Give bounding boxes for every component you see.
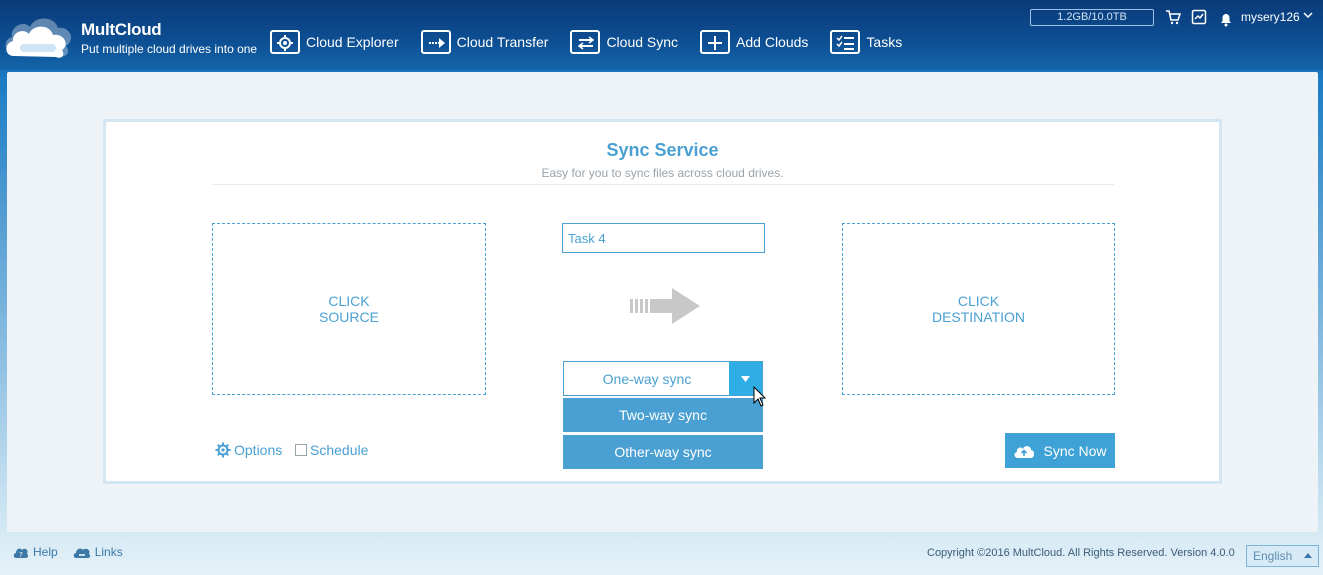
cloud-logo-icon[interactable] xyxy=(2,10,76,60)
chart-icon[interactable] xyxy=(1191,9,1207,25)
destination-select-box[interactable]: CLICK DESTINATION xyxy=(842,223,1115,395)
username[interactable]: mysery126 xyxy=(1241,10,1300,24)
nav-label: Tasks xyxy=(866,34,903,50)
sync-mode-selected: One-way sync xyxy=(602,371,692,387)
gear-icon xyxy=(215,442,231,458)
copyright-text: Copyright ©2016 MultCloud. All Rights Re… xyxy=(927,547,1235,559)
nav-label: Cloud Explorer xyxy=(306,34,399,50)
transfer-icon xyxy=(420,30,451,54)
help-label: Help xyxy=(33,545,58,559)
nav-add-clouds[interactable]: Add Clouds xyxy=(700,30,808,54)
source-select-box[interactable]: CLICK SOURCE xyxy=(212,223,486,395)
gear-icon xyxy=(270,30,300,54)
nav-label: Add Clouds xyxy=(736,34,809,50)
nav-cloud-explorer[interactable]: Cloud Explorer xyxy=(270,30,399,54)
nav-cloud-sync[interactable]: Cloud Sync xyxy=(570,30,678,54)
sync-now-label: Sync Now xyxy=(1043,442,1107,459)
svg-text:?: ? xyxy=(19,551,23,559)
language-label: English xyxy=(1253,549,1293,563)
task-name-input[interactable] xyxy=(562,223,765,253)
help-link[interactable]: ? Help xyxy=(13,545,58,559)
plus-icon xyxy=(700,30,731,54)
links-link[interactable]: Links xyxy=(73,545,123,559)
top-header: MultCloud Put multiple cloud drives into… xyxy=(0,0,1323,70)
source-label-line1: CLICK xyxy=(328,293,370,309)
help-cloud-icon: ? xyxy=(13,548,29,559)
sync-service-card: Sync Service Easy for you to sync files … xyxy=(103,119,1222,484)
chevron-down-icon[interactable] xyxy=(1303,11,1313,19)
storage-usage[interactable]: 1.2GB/10.0TB xyxy=(1030,9,1154,26)
sync-mode-select[interactable]: One-way sync xyxy=(563,361,763,396)
option-two-way-sync[interactable]: Two-way sync xyxy=(563,398,763,432)
destination-label-line2: DESTINATION xyxy=(931,309,1026,325)
mouse-cursor-icon xyxy=(753,386,767,407)
divider xyxy=(212,184,1114,185)
nav-cloud-transfer[interactable]: Cloud Transfer xyxy=(420,30,549,54)
main-nav: Cloud Explorer Cloud Transfer Cloud Sync… xyxy=(270,30,924,54)
cart-icon[interactable] xyxy=(1165,9,1181,25)
nav-label: Cloud Sync xyxy=(606,34,679,50)
logo-title[interactable]: MultCloud xyxy=(81,20,162,40)
caret-up-icon xyxy=(1304,553,1312,558)
tasks-icon xyxy=(830,30,861,54)
options-label: Options xyxy=(234,442,283,458)
page-title: Sync Service xyxy=(606,140,719,160)
options-link[interactable]: Options xyxy=(215,442,282,458)
sync-icon xyxy=(570,30,601,54)
schedule-checkbox[interactable]: Schedule xyxy=(295,442,368,458)
checkbox[interactable] xyxy=(295,444,307,456)
language-select[interactable]: English xyxy=(1246,545,1319,567)
logo-subtitle: Put multiple cloud drives into one xyxy=(81,42,258,56)
sync-now-button[interactable]: Sync Now xyxy=(1005,433,1115,468)
page-subtitle: Easy for you to sync files across cloud … xyxy=(541,166,784,180)
caret-down-icon xyxy=(741,376,750,382)
bell-icon[interactable] xyxy=(1218,11,1234,27)
nav-tasks[interactable]: Tasks xyxy=(830,30,902,54)
links-label: Links xyxy=(94,545,123,559)
sync-arrow-icon xyxy=(630,288,700,324)
footer-links: ? Help Links xyxy=(13,545,138,559)
destination-label-line1: CLICK xyxy=(957,293,1000,309)
link-cloud-icon xyxy=(73,548,90,558)
schedule-label: Schedule xyxy=(310,442,369,458)
cloud-upload-icon xyxy=(1014,445,1035,458)
source-label-line2: SOURCE xyxy=(319,309,379,325)
option-other-way-sync[interactable]: Other-way sync xyxy=(563,435,763,469)
nav-label: Cloud Transfer xyxy=(456,34,549,50)
